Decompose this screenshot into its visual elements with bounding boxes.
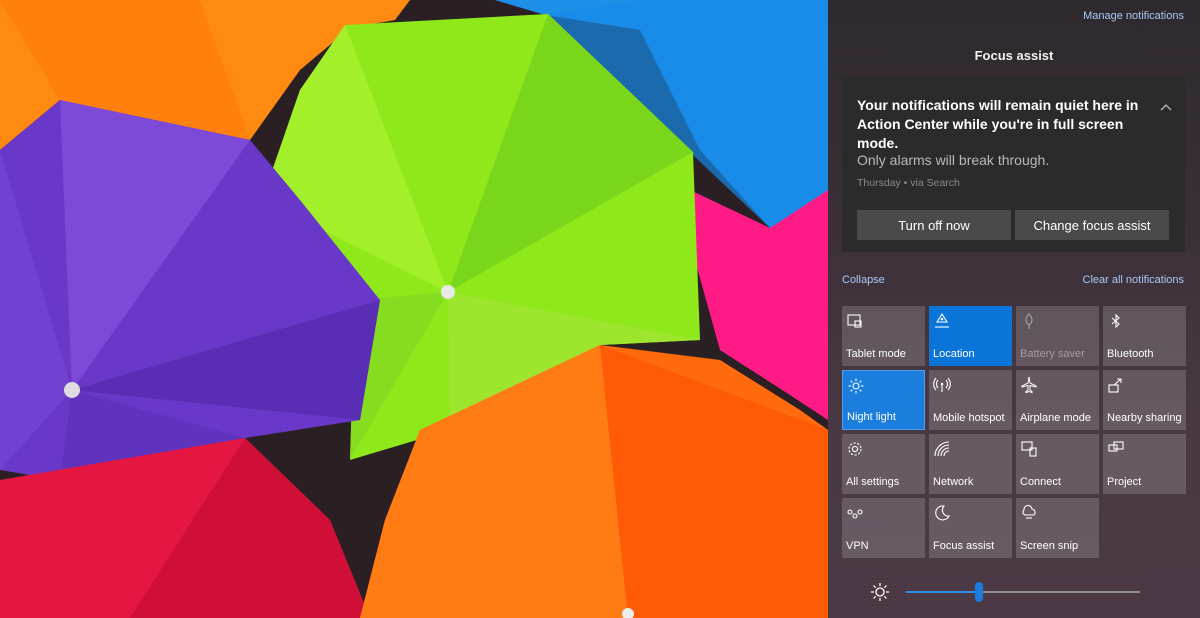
- brightness-control: [842, 576, 1187, 608]
- collapse-link[interactable]: Collapse: [842, 274, 885, 286]
- quick-action-label: Tablet mode: [846, 348, 906, 360]
- action-center-panel: Manage notifications Focus assist Your n…: [828, 0, 1200, 618]
- turn-off-now-button[interactable]: Turn off now: [857, 210, 1011, 240]
- connect-icon: [1021, 441, 1037, 457]
- desktop-wallpaper: [0, 0, 828, 618]
- tablet-mode-icon: [847, 314, 862, 328]
- quick-action-label: Night light: [847, 411, 896, 423]
- change-focus-assist-button[interactable]: Change focus assist: [1015, 210, 1169, 240]
- quick-action-focus-assist[interactable]: Focus assist: [929, 498, 1012, 558]
- nearby-sharing-icon: [1108, 378, 1122, 393]
- bluetooth-icon: [1111, 313, 1120, 329]
- quick-action-label: Screen snip: [1020, 540, 1079, 552]
- quick-action-label: Airplane mode: [1020, 412, 1091, 424]
- notification-body: Only alarms will break through.: [857, 152, 1050, 168]
- quick-action-network[interactable]: Network: [929, 434, 1012, 494]
- mobile-hotspot-icon: [933, 377, 951, 392]
- night-light-icon: [848, 378, 864, 394]
- quick-action-label: Network: [933, 476, 974, 488]
- focus-assist-notification[interactable]: Your notifications will remain quiet her…: [842, 76, 1185, 252]
- quick-action-location[interactable]: Location: [929, 306, 1012, 366]
- quick-action-airplane-mode[interactable]: Airplane mode: [1016, 370, 1099, 430]
- quick-action-all-settings[interactable]: All settings: [842, 434, 925, 494]
- quick-action-connect[interactable]: Connect: [1016, 434, 1099, 494]
- moon-icon: [935, 505, 950, 521]
- quick-action-bluetooth[interactable]: Bluetooth: [1103, 306, 1186, 366]
- battery-saver-icon: [1025, 313, 1033, 329]
- brightness-slider-thumb[interactable]: [974, 582, 983, 602]
- location-icon: [935, 312, 949, 328]
- notification-group-title: Focus assist: [974, 48, 1054, 63]
- quick-action-label: Project: [1107, 476, 1142, 488]
- quick-action-screen-snip[interactable]: Screen snip: [1016, 498, 1099, 558]
- brightness-slider-fill: [906, 591, 979, 593]
- notification-meta: Thursday • via Search: [857, 177, 960, 189]
- clear-all-notifications-link[interactable]: Clear all notifications: [1083, 274, 1185, 286]
- brightness-icon: [871, 583, 889, 601]
- quick-action-label: Mobile hotspot: [933, 412, 1005, 424]
- network-icon: [934, 441, 950, 457]
- manage-notifications-link[interactable]: Manage notifications: [1083, 10, 1184, 22]
- quick-action-label: Connect: [1020, 476, 1061, 488]
- quick-action-tablet-mode[interactable]: Tablet mode: [842, 306, 925, 366]
- brightness-slider[interactable]: [906, 582, 1140, 602]
- chevron-up-icon[interactable]: [1159, 102, 1173, 112]
- quick-action-label: Nearby sharing: [1107, 412, 1182, 424]
- quick-action-label: Location: [933, 348, 975, 360]
- quick-action-mobile-hotspot[interactable]: Mobile hotspot: [929, 370, 1012, 430]
- quick-action-nearby-sharing[interactable]: Nearby sharing: [1103, 370, 1186, 430]
- quick-action-label: VPN: [846, 540, 869, 552]
- quick-action-label: All settings: [846, 476, 900, 488]
- quick-action-label: Battery saver: [1020, 348, 1085, 360]
- quick-action-battery-saver[interactable]: Battery saver: [1016, 306, 1099, 366]
- quick-action-label: Bluetooth: [1107, 348, 1154, 360]
- notification-title: Your notifications will remain quiet her…: [857, 97, 1139, 151]
- quick-action-label: Focus assist: [933, 540, 995, 552]
- airplane-icon: [1021, 376, 1037, 394]
- project-icon: [1108, 441, 1124, 452]
- quick-action-project[interactable]: Project: [1103, 434, 1186, 494]
- gear-icon: [848, 442, 862, 456]
- umbrellas-image: [0, 0, 828, 618]
- vpn-icon: [847, 509, 863, 519]
- screen-snip-icon: [1022, 504, 1036, 519]
- quick-action-vpn[interactable]: VPN: [842, 498, 925, 558]
- quick-action-night-light[interactable]: Night light: [842, 370, 925, 430]
